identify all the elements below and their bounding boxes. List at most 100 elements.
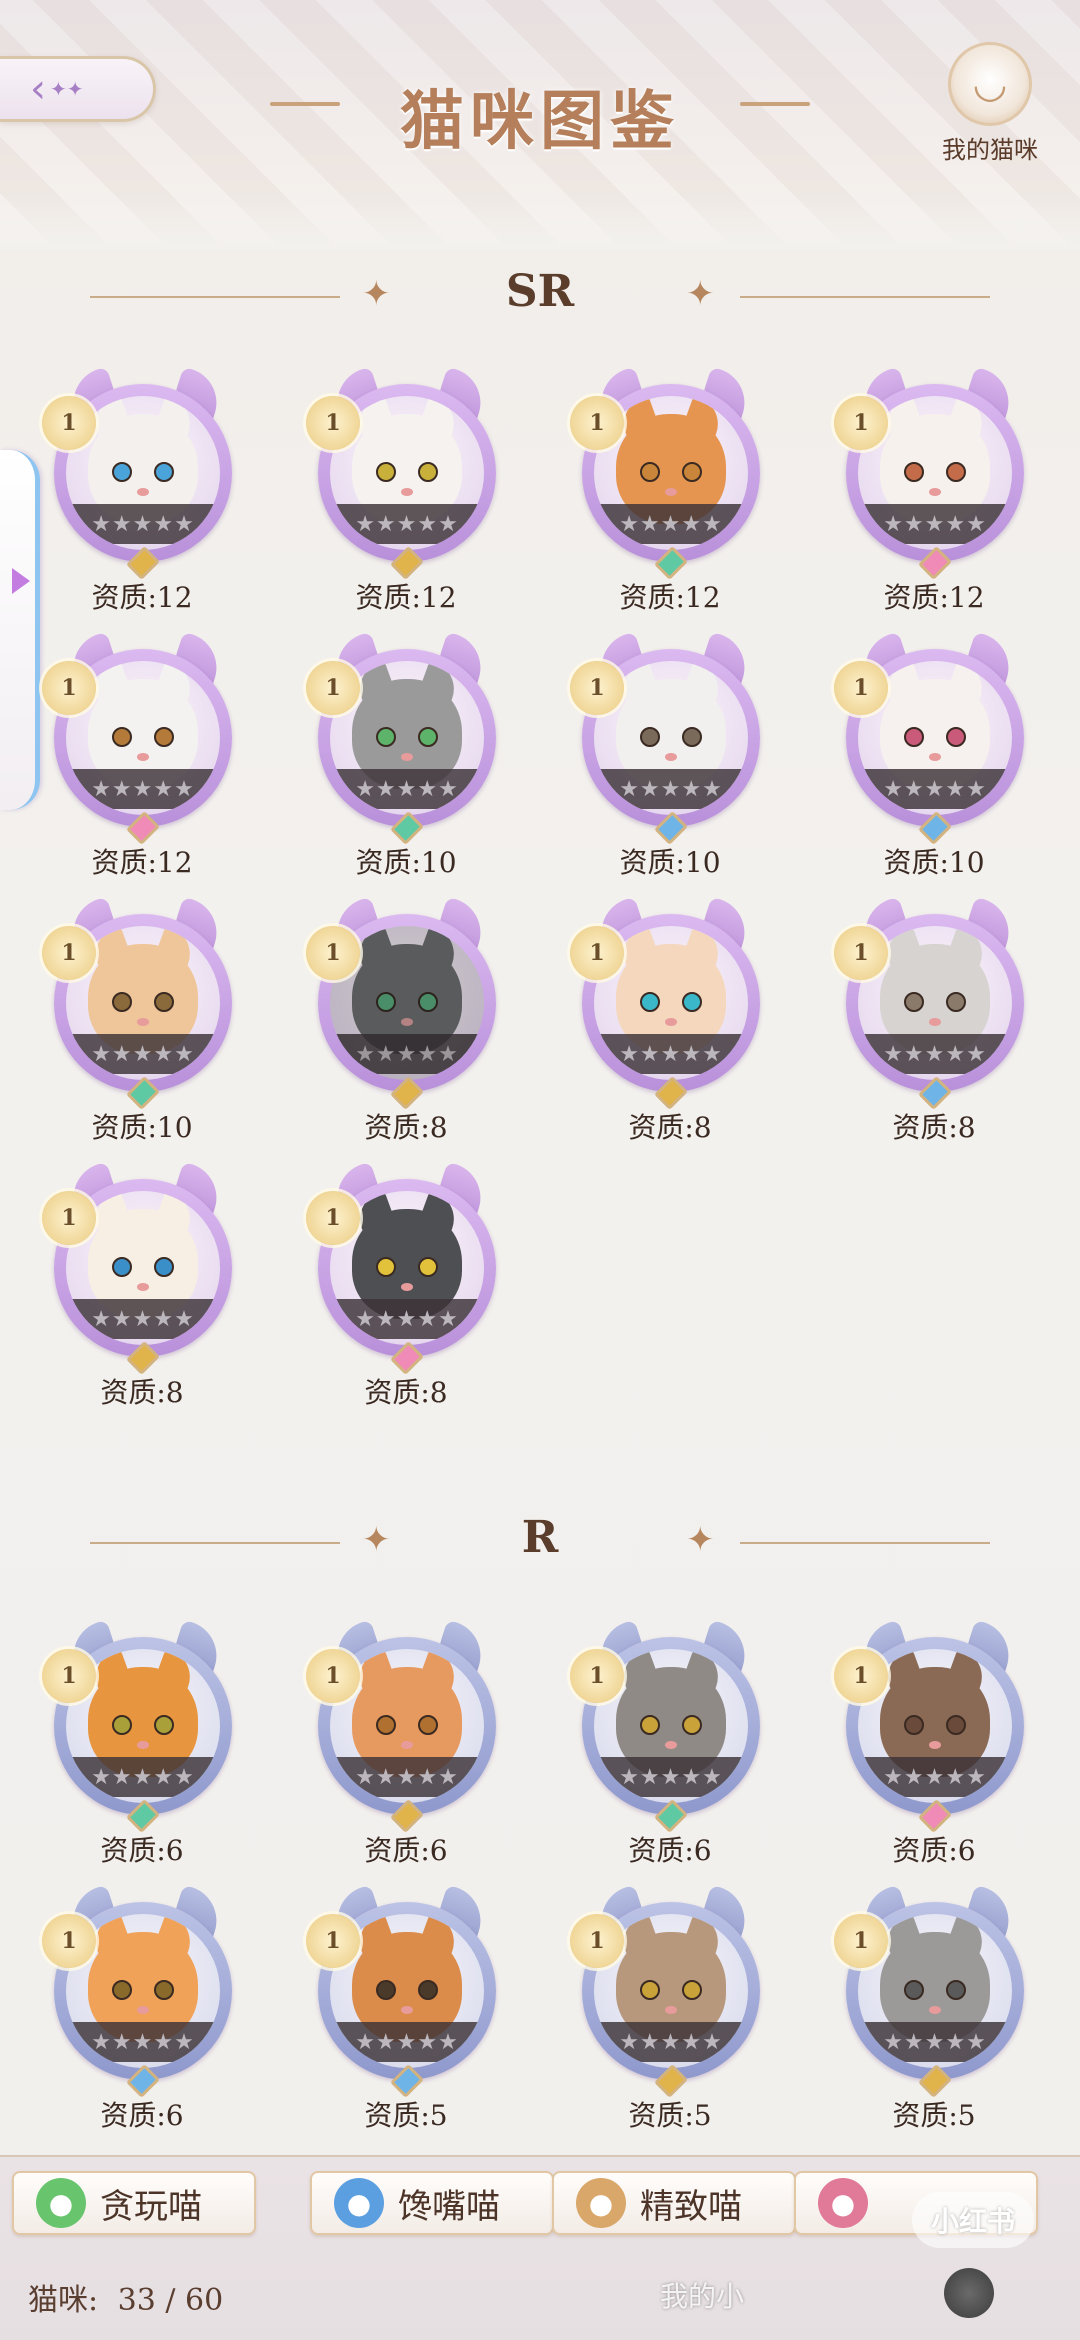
expand-arrow-icon	[12, 568, 30, 594]
star-rating: ★★★★★	[594, 1034, 748, 1074]
star-rating: ★★★★★	[858, 769, 1012, 809]
cat-card[interactable]: ★★★★★ 1 资质:8	[834, 896, 1034, 1144]
cat-card[interactable]: ★★★★★ 1 资质:6	[42, 1884, 242, 2132]
level-badge: 1	[42, 1191, 96, 1245]
filter-button[interactable]: ● 贪玩喵	[12, 2171, 256, 2235]
level-badge: 1	[306, 1191, 360, 1245]
cat-quality-label: 资质:8	[628, 1111, 712, 1144]
cat-eye	[112, 727, 132, 747]
cat-eye	[376, 1715, 396, 1735]
cat-card[interactable]: ★★★★★ 1 资质:8	[42, 1161, 242, 1409]
cute-cat-icon: ●	[818, 2178, 868, 2228]
header: ‹ ✦✦ 猫咪图鉴 ◡ 我的猫咪	[0, 0, 1080, 250]
cat-eye	[418, 462, 438, 482]
cat-eye	[376, 1257, 396, 1277]
side-drawer-tab[interactable]	[0, 450, 40, 810]
cat-quality-label: 资质:6	[100, 1834, 184, 1867]
cat-quality-label: 资质:6	[628, 1834, 712, 1867]
cat-card[interactable]: ★★★★★ 1 资质:6	[834, 1619, 1034, 1867]
cat-eye	[904, 992, 924, 1012]
cat-eye	[640, 1980, 660, 2000]
cat-card[interactable]: ★★★★★ 1 资质:10	[306, 631, 506, 879]
filter-button[interactable]: ● 精致喵	[552, 2171, 796, 2235]
cat-eye	[154, 1715, 174, 1735]
cat-card[interactable]: ★★★★★ 1 资质:12	[42, 366, 242, 614]
cat-nose	[929, 488, 941, 496]
cat-card[interactable]: ★★★★★ 1 资质:6	[306, 1619, 506, 1867]
cat-card[interactable]: ★★★★★ 1 资质:12	[570, 366, 770, 614]
star-rating: ★★★★★	[330, 769, 484, 809]
star-rating: ★★★★★	[66, 2022, 220, 2062]
cat-eye	[112, 1715, 132, 1735]
cat-count-label: 猫咪:	[28, 2283, 99, 2318]
cat-card[interactable]: ★★★★★ 1 资质:6	[570, 1619, 770, 1867]
star-rating: ★★★★★	[330, 504, 484, 544]
cat-eye	[682, 462, 702, 482]
cat-card[interactable]: ★★★★★ 1 资质:10	[42, 896, 242, 1144]
star-rating: ★★★★★	[594, 769, 748, 809]
cat-card[interactable]: ★★★★★ 1 资质:10	[834, 631, 1034, 879]
cat-card[interactable]: ★★★★★ 1 资质:12	[42, 631, 242, 879]
level-badge: 1	[306, 396, 360, 450]
star-rating: ★★★★★	[858, 504, 1012, 544]
my-cats-button[interactable]: ◡ 我的猫咪	[930, 42, 1050, 172]
watermark-avatar	[944, 2268, 994, 2318]
cat-nose	[665, 1741, 677, 1749]
filter-button[interactable]: ● 馋嘴喵	[310, 2171, 554, 2235]
cat-eye	[682, 1715, 702, 1735]
divider-line	[740, 296, 990, 298]
star-rating: ★★★★★	[66, 1757, 220, 1797]
level-badge: 1	[306, 1649, 360, 1703]
page-title: 猫咪图鉴	[400, 84, 680, 159]
cat-card[interactable]: ★★★★★ 1 资质:10	[570, 631, 770, 879]
section-header-r: ✦ R ✦	[0, 1512, 1080, 1572]
star-rating: ★★★★★	[330, 1034, 484, 1074]
cat-quality-label: 资质:6	[364, 1834, 448, 1867]
cat-eye	[682, 992, 702, 1012]
title-flourish-right	[740, 102, 810, 106]
sparkle-icon: ✦	[686, 274, 715, 314]
cat-quality-label: 资质:10	[355, 846, 457, 879]
back-button[interactable]: ‹ ✦✦	[0, 56, 156, 122]
cat-nose	[401, 2006, 413, 2014]
cat-card[interactable]: ★★★★★ 1 资质:8	[306, 1161, 506, 1409]
cat-quality-label: 资质:8	[100, 1376, 184, 1409]
cat-card[interactable]: ★★★★★ 1 资质:5	[834, 1884, 1034, 2132]
cat-nose	[401, 488, 413, 496]
cat-eye	[154, 1980, 174, 2000]
cat-nose	[665, 753, 677, 761]
level-badge: 1	[570, 661, 624, 715]
cat-card[interactable]: ★★★★★ 1 资质:6	[42, 1619, 242, 1867]
cat-quality-label: 资质:5	[892, 2099, 976, 2132]
cat-eye	[904, 462, 924, 482]
cat-card[interactable]: ★★★★★ 1 资质:12	[834, 366, 1034, 614]
filter-label: 馋嘴喵	[398, 2186, 500, 2227]
cat-card[interactable]: ★★★★★ 1 资质:8	[306, 896, 506, 1144]
cat-nose	[665, 1018, 677, 1026]
cat-quality-label: 资质:8	[364, 1111, 448, 1144]
cat-quality-label: 资质:12	[91, 581, 193, 614]
cat-eye	[640, 1715, 660, 1735]
cat-card[interactable]: ★★★★★ 1 资质:8	[570, 896, 770, 1144]
cat-eye	[640, 727, 660, 747]
cat-card[interactable]: ★★★★★ 1 资质:5	[306, 1884, 506, 2132]
cat-eye	[418, 727, 438, 747]
cat-count: 猫咪: 33 / 60	[28, 2275, 223, 2319]
level-badge: 1	[834, 1649, 888, 1703]
cat-eye	[946, 727, 966, 747]
cat-eye	[154, 1257, 174, 1277]
level-badge: 1	[834, 1914, 888, 1968]
level-badge: 1	[834, 661, 888, 715]
cat-card[interactable]: ★★★★★ 1 资质:12	[306, 366, 506, 614]
cat-nose	[929, 1741, 941, 1749]
level-badge: 1	[570, 396, 624, 450]
cat-count-value: 33 / 60	[117, 2283, 224, 2318]
cat-card[interactable]: ★★★★★ 1 资质:5	[570, 1884, 770, 2132]
sparkle-icon: ✦	[362, 274, 391, 314]
cat-quality-label: 资质:10	[883, 846, 985, 879]
star-rating: ★★★★★	[594, 2022, 748, 2062]
cat-eye	[946, 1980, 966, 2000]
cat-nose	[137, 753, 149, 761]
bottom-bar: ● 贪玩喵 ● 馋嘴喵 ● 精致喵 ● 猫咪: 33 / 60 我的小	[0, 2155, 1080, 2340]
cat-eye	[154, 727, 174, 747]
